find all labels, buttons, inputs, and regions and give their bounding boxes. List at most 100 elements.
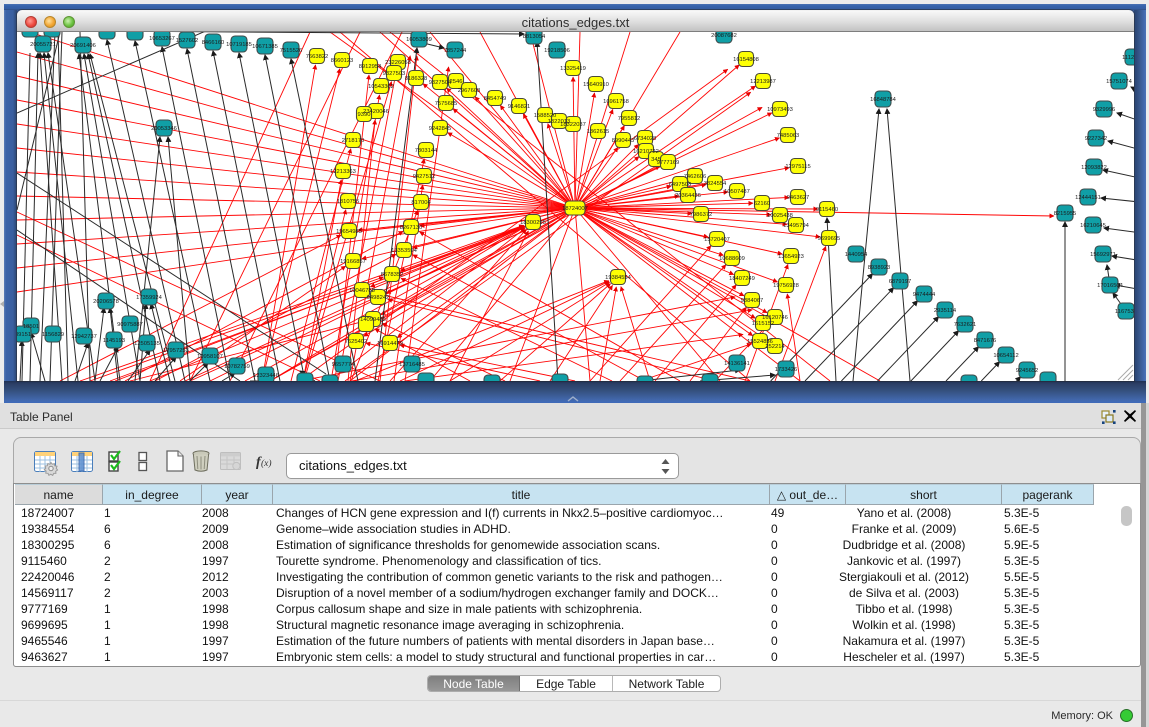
svg-text:18407249: 18407249 bbox=[729, 276, 755, 282]
svg-text:9384067: 9384067 bbox=[741, 298, 764, 304]
svg-text:12975115: 12975115 bbox=[785, 164, 810, 170]
svg-text:1362615: 1362615 bbox=[587, 129, 610, 135]
svg-text:1527602: 1527602 bbox=[176, 38, 199, 44]
svg-text:8466160: 8466160 bbox=[202, 40, 225, 46]
svg-text:3824554: 3824554 bbox=[704, 181, 727, 187]
svg-text:10046788: 10046788 bbox=[349, 288, 375, 294]
svg-text:1112547: 1112547 bbox=[1122, 55, 1134, 61]
svg-text:1156829: 1156829 bbox=[42, 332, 64, 338]
svg-text:8990443: 8990443 bbox=[612, 138, 635, 144]
svg-text:15692971: 15692971 bbox=[1090, 252, 1116, 258]
svg-text:7575685: 7575685 bbox=[435, 101, 458, 107]
svg-text:8471676: 8471676 bbox=[974, 338, 997, 344]
svg-text:19218506: 19218506 bbox=[544, 48, 570, 54]
svg-text:15751074: 15751074 bbox=[1106, 79, 1133, 85]
svg-text:9115460: 9115460 bbox=[816, 207, 838, 213]
svg-text:13325419: 13325419 bbox=[560, 66, 586, 72]
svg-text:39151: 39151 bbox=[17, 332, 31, 338]
svg-text:9427512: 9427512 bbox=[413, 174, 436, 180]
svg-text:10543362: 10543362 bbox=[368, 84, 394, 90]
svg-text:13495794: 13495794 bbox=[783, 223, 810, 229]
svg-text:10025438: 10025438 bbox=[767, 213, 793, 219]
svg-text:10507487: 10507487 bbox=[724, 189, 750, 195]
svg-text:19166857: 19166857 bbox=[340, 259, 366, 265]
svg-text:7632621: 7632621 bbox=[954, 322, 977, 328]
svg-text:18300295: 18300295 bbox=[520, 220, 546, 226]
svg-text:817004: 817004 bbox=[411, 200, 431, 206]
svg-text:12323446: 12323446 bbox=[253, 373, 279, 379]
svg-text:9245652: 9245652 bbox=[1016, 368, 1039, 374]
svg-text:19654985: 19654985 bbox=[336, 229, 362, 235]
svg-text:16848784: 16848784 bbox=[870, 97, 897, 103]
svg-text:9329996: 9329996 bbox=[1093, 107, 1116, 113]
svg-text:7485063: 7485063 bbox=[777, 133, 800, 139]
svg-text:23226058: 23226058 bbox=[385, 60, 411, 66]
svg-text:10688609: 10688609 bbox=[719, 256, 745, 262]
svg-text:10973493: 10973493 bbox=[767, 107, 793, 113]
svg-text:8678352: 8678352 bbox=[381, 272, 404, 278]
svg-text:7955812: 7955812 bbox=[618, 116, 641, 122]
svg-text:14136141: 14136141 bbox=[724, 361, 750, 367]
svg-text:8660123: 8660123 bbox=[331, 58, 354, 64]
svg-text:12093822: 12093822 bbox=[1081, 165, 1107, 171]
svg-text:19756928: 19756928 bbox=[773, 283, 799, 289]
svg-text:9390: 9390 bbox=[358, 112, 371, 118]
svg-text:18501: 18501 bbox=[23, 324, 39, 330]
svg-text:1810755: 1810755 bbox=[337, 199, 360, 205]
svg-text:9463627: 9463627 bbox=[787, 195, 810, 201]
svg-text:9327504: 9327504 bbox=[429, 80, 452, 86]
svg-text:15640910: 15640910 bbox=[583, 82, 609, 88]
svg-text:90975887: 90975887 bbox=[117, 322, 143, 328]
svg-text:7462606: 7462606 bbox=[684, 174, 707, 180]
svg-text:9777169: 9777169 bbox=[657, 160, 680, 166]
svg-text:(x): (x) bbox=[261, 458, 272, 469]
svg-text:1145193: 1145193 bbox=[103, 338, 125, 344]
svg-text:13716485: 13716485 bbox=[399, 362, 425, 368]
svg-text:10671385: 10671385 bbox=[252, 44, 278, 50]
svg-text:16914479: 16914479 bbox=[377, 341, 403, 347]
svg-text:7986372: 7986372 bbox=[690, 212, 713, 218]
svg-text:6879197: 6879197 bbox=[889, 279, 912, 285]
svg-text:9474444: 9474444 bbox=[913, 292, 936, 298]
svg-text:8267130: 8267130 bbox=[400, 225, 423, 231]
svg-text:20087682: 20087682 bbox=[711, 33, 737, 39]
svg-text:12213987: 12213987 bbox=[750, 79, 776, 85]
svg-text:1440954: 1440954 bbox=[845, 252, 868, 258]
svg-text:17957253: 17957253 bbox=[163, 348, 189, 354]
svg-text:16961758: 16961758 bbox=[603, 99, 629, 105]
svg-text:8215955: 8215955 bbox=[1054, 211, 1077, 217]
svg-text:7663822: 7663822 bbox=[306, 54, 329, 60]
svg-text:2935114: 2935114 bbox=[934, 308, 957, 314]
svg-text:1733426: 1733426 bbox=[775, 367, 798, 373]
svg-text:16154808: 16154808 bbox=[733, 57, 759, 63]
svg-text:6734028: 6734028 bbox=[634, 136, 657, 142]
svg-text:10719185: 10719185 bbox=[226, 42, 252, 48]
svg-text:17359924: 17359924 bbox=[136, 295, 163, 301]
svg-text:14099485: 14099485 bbox=[360, 317, 386, 323]
svg-text:8454749: 8454749 bbox=[484, 96, 507, 102]
svg-text:1615152: 1615152 bbox=[752, 321, 775, 327]
svg-text:12444151: 12444151 bbox=[1075, 195, 1101, 201]
svg-text:20691406: 20691406 bbox=[70, 43, 96, 49]
svg-text:20055721: 20055721 bbox=[30, 42, 56, 48]
svg-text:16210645: 16210645 bbox=[1080, 223, 1106, 229]
svg-text:12213363: 12213363 bbox=[330, 169, 356, 175]
svg-text:9657774: 9657774 bbox=[332, 362, 355, 368]
svg-text:10654112: 10654112 bbox=[993, 353, 1018, 359]
svg-text:8186328: 8186328 bbox=[405, 76, 428, 82]
svg-text:10958107: 10958107 bbox=[197, 354, 223, 360]
svg-text:16210722: 16210722 bbox=[633, 149, 659, 155]
svg-text:9327503: 9327503 bbox=[383, 71, 406, 77]
svg-text:13654923: 13654923 bbox=[778, 254, 804, 260]
svg-text:6497508: 6497508 bbox=[669, 182, 692, 188]
svg-text:7625402: 7625402 bbox=[345, 339, 368, 345]
svg-text:2718170: 2718170 bbox=[342, 138, 365, 144]
svg-text:8912954: 8912954 bbox=[359, 64, 382, 70]
svg-text:15720407: 15720407 bbox=[704, 237, 730, 243]
svg-text:10653267: 10653267 bbox=[149, 36, 175, 42]
svg-text:20053346: 20053346 bbox=[151, 126, 177, 132]
svg-text:18724007: 18724007 bbox=[562, 206, 588, 212]
svg-text:2967608: 2967608 bbox=[458, 88, 481, 94]
svg-text:16053809: 16053809 bbox=[406, 37, 432, 43]
svg-text:9498242: 9498242 bbox=[367, 295, 390, 301]
